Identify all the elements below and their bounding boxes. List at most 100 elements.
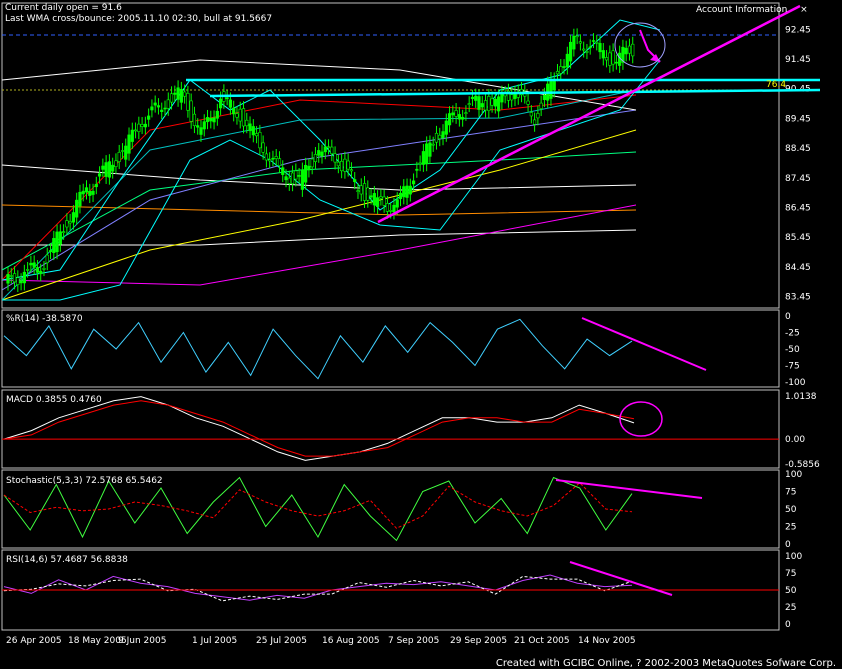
account-info-panel[interactable]: Account Information × — [696, 5, 808, 15]
candle-body — [529, 112, 533, 117]
candle-body — [444, 120, 448, 135]
close-icon[interactable]: × — [800, 5, 808, 15]
candle-body — [323, 146, 327, 153]
candle-body — [333, 153, 337, 163]
x-tick-label: 25 Jul 2005 — [256, 636, 307, 646]
candle-body — [290, 172, 295, 185]
candle-body — [261, 142, 265, 153]
candle-body — [212, 117, 216, 123]
candle-body — [578, 41, 582, 44]
candle-body — [627, 45, 632, 54]
price-tick-label: 88.45 — [785, 144, 811, 154]
candle-body — [65, 220, 69, 228]
candle-body — [120, 150, 125, 152]
candle-body — [274, 156, 278, 159]
candle-body — [398, 192, 403, 200]
candle-body — [441, 131, 445, 139]
candle-body — [608, 52, 612, 66]
candle-body — [591, 40, 596, 42]
candle-body — [575, 35, 579, 38]
candle-body — [421, 151, 425, 165]
candle-body — [382, 196, 386, 206]
rsi-signal-line — [3, 575, 633, 602]
candle-body — [81, 190, 85, 195]
candle-body — [97, 173, 102, 177]
support-trendline — [377, 4, 801, 224]
price-tick-label: 83.45 — [785, 293, 811, 303]
candle-body — [457, 114, 461, 120]
candle-body — [137, 123, 141, 132]
price-tick-label: 86.45 — [785, 204, 811, 214]
stochastic-tick-label: 0 — [785, 540, 791, 550]
candle-body — [493, 98, 497, 107]
williams-line — [3, 318, 633, 380]
candle-body — [376, 197, 380, 207]
panel-frame-macd — [1, 389, 780, 469]
candle-body — [22, 271, 26, 284]
candle-body — [611, 50, 615, 65]
candle-body — [346, 160, 350, 170]
x-tick-label: 29 Sep 2005 — [450, 636, 508, 646]
williams-divergence-line — [581, 317, 707, 371]
stochastic-divergence-line — [555, 479, 703, 499]
candle-body — [353, 179, 357, 183]
x-tick-label: 26 Apr 2005 — [6, 636, 62, 646]
candle-body — [490, 98, 494, 106]
candle-body — [62, 231, 66, 233]
williams-tick-label: 0 — [785, 312, 791, 322]
candle-body — [258, 132, 262, 149]
candle-body — [320, 151, 324, 157]
candle-body — [588, 46, 592, 49]
price-tick-label: 85.45 — [785, 233, 811, 243]
candle-body — [114, 160, 118, 167]
candle-body — [186, 92, 190, 111]
price-tick-label: 92.45 — [785, 25, 811, 35]
candle-body — [225, 97, 229, 100]
candle-body — [101, 165, 105, 170]
candle-body — [385, 203, 390, 212]
candle-body — [304, 164, 308, 183]
moving-average-line — [1, 109, 637, 291]
candle-body — [631, 43, 635, 57]
candle-body — [268, 159, 272, 162]
candle-body — [104, 162, 108, 177]
price-tick-label: 89.45 — [785, 114, 811, 124]
candle-body — [434, 132, 439, 143]
candle-body — [405, 185, 409, 198]
candle-body — [199, 127, 203, 135]
candle-body — [549, 79, 553, 99]
account-info-label: Account Information — [696, 5, 788, 15]
candle-body — [326, 146, 331, 149]
x-tick-label: 7 Sep 2005 — [388, 636, 440, 646]
candle-body — [431, 143, 435, 146]
candle-body — [68, 221, 72, 224]
candle-body — [163, 107, 167, 110]
candle-body — [480, 103, 484, 108]
candle-body — [245, 119, 249, 127]
candle-body — [176, 87, 180, 100]
candle-body — [408, 185, 412, 195]
header-wma-label: Last WMA cross/bounce: 2005.11.10 02:30,… — [5, 14, 273, 24]
candle-body — [202, 121, 206, 130]
candle-body — [75, 199, 79, 218]
candle-body — [572, 35, 576, 50]
candle-body — [91, 190, 95, 195]
rsi-title: RSI(14,6) 57.4687 56.8838 — [6, 555, 128, 565]
candle-body — [16, 277, 20, 285]
candle-body — [585, 51, 589, 53]
candle-body — [454, 110, 458, 117]
candle-body — [539, 102, 543, 109]
candle-body — [133, 129, 138, 132]
candle-body — [536, 113, 540, 119]
candle-body — [317, 150, 321, 156]
rsi-tick-label: 0 — [785, 620, 791, 630]
candle-body — [179, 88, 183, 103]
candle-body — [470, 96, 475, 99]
candle-body — [336, 161, 340, 167]
rsi-line — [3, 574, 633, 601]
stochastic-tick-label: 75 — [785, 488, 796, 498]
williams-title: %R(14) -38.5870 — [6, 314, 83, 324]
panel-frame-williams — [1, 309, 780, 388]
macd-tick-label: 0.00 — [785, 435, 805, 445]
candle-body — [510, 94, 514, 101]
